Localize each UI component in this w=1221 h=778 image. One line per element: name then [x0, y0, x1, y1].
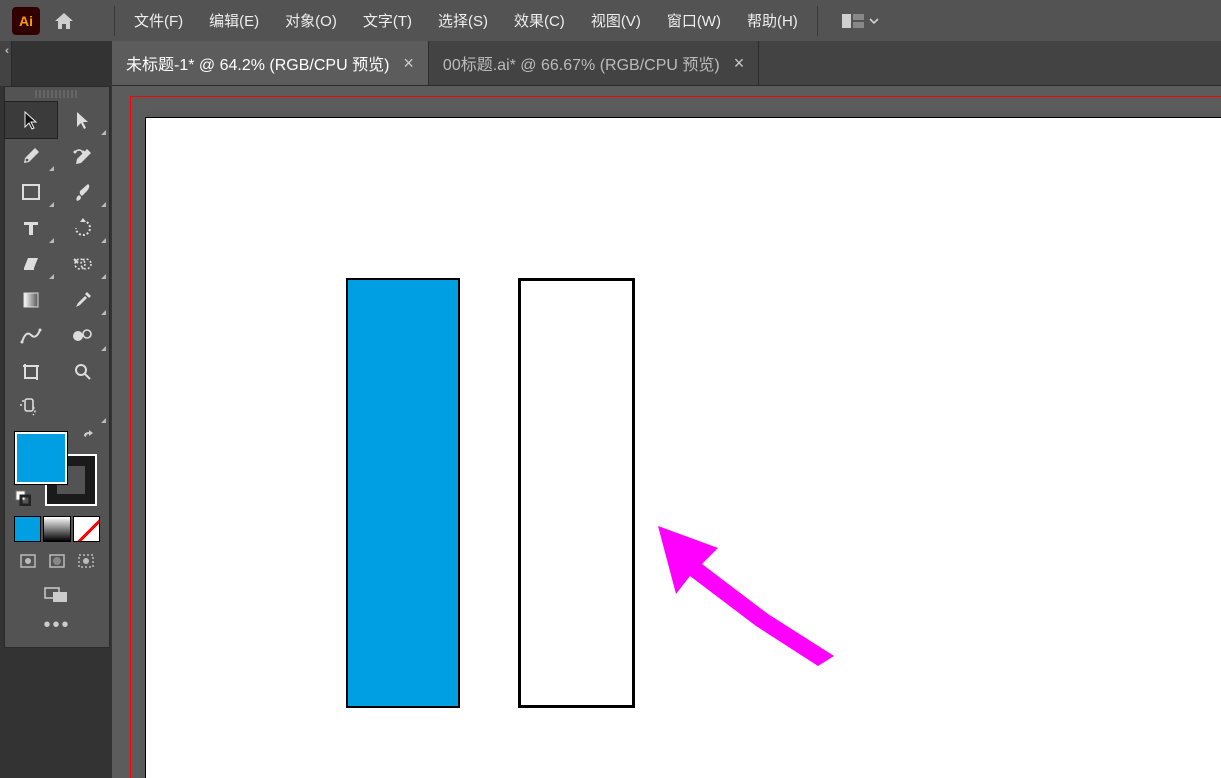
- menu-object[interactable]: 对象(O): [272, 0, 350, 41]
- color-mode-none[interactable]: [73, 516, 100, 542]
- edit-toolbar-button[interactable]: •••: [5, 610, 109, 647]
- toolbox-grip[interactable]: [35, 90, 79, 98]
- menu-view[interactable]: 视图(V): [578, 0, 654, 41]
- chevron-down-icon: [868, 15, 880, 27]
- fill-stroke-swatch: [5, 426, 109, 514]
- close-icon[interactable]: ×: [734, 54, 745, 72]
- document-tab-1[interactable]: 未标题-1* @ 64.2% (RGB/CPU 预览) ×: [112, 41, 429, 85]
- draw-mode-row: [13, 548, 101, 574]
- close-icon[interactable]: ×: [403, 54, 414, 72]
- menu-items: 文件(F) 编辑(E) 对象(O) 文字(T) 选择(S) 效果(C) 视图(V…: [121, 0, 811, 41]
- draw-behind[interactable]: [42, 548, 71, 574]
- separator: [817, 6, 818, 36]
- panel-collapse[interactable]: ‹‹: [0, 41, 12, 86]
- swap-fill-stroke-icon[interactable]: [81, 430, 97, 450]
- eyedropper-tool[interactable]: [57, 282, 109, 318]
- artboard[interactable]: [146, 118, 1221, 778]
- selection-tool[interactable]: [5, 102, 57, 138]
- home-button[interactable]: [50, 7, 78, 35]
- rotate-tool[interactable]: [57, 210, 109, 246]
- collapse-icon: ‹‹: [5, 45, 6, 57]
- eraser-tool[interactable]: [5, 246, 57, 282]
- blend-tool[interactable]: [5, 318, 57, 354]
- menu-bar: Ai 文件(F) 编辑(E) 对象(O) 文字(T) 选择(S) 效果(C) 视…: [0, 0, 1221, 41]
- menu-window[interactable]: 窗口(W): [654, 0, 734, 41]
- type-tool[interactable]: [5, 210, 57, 246]
- app-logo: Ai: [12, 7, 40, 35]
- separator: [114, 6, 115, 36]
- color-mode-row: [13, 516, 101, 542]
- paintbrush-tool[interactable]: [57, 174, 109, 210]
- artboard-tool[interactable]: [5, 354, 57, 390]
- workspace-switcher[interactable]: [832, 0, 894, 41]
- menu-edit[interactable]: 编辑(E): [196, 0, 272, 41]
- menu-select[interactable]: 选择(S): [425, 0, 501, 41]
- document-tab-2[interactable]: 00标题.ai* @ 66.67% (RGB/CPU 预览) ×: [429, 41, 759, 85]
- gradient-tool[interactable]: [5, 282, 57, 318]
- draw-inside[interactable]: [72, 548, 101, 574]
- pen-tool[interactable]: [5, 138, 57, 174]
- curvature-tool[interactable]: [57, 138, 109, 174]
- blue-rectangle-shape[interactable]: [346, 278, 460, 708]
- color-mode-gradient[interactable]: [43, 516, 70, 542]
- default-fill-stroke-icon[interactable]: [15, 490, 31, 510]
- menu-file[interactable]: 文件(F): [121, 0, 196, 41]
- draw-normal[interactable]: [13, 548, 42, 574]
- menu-help[interactable]: 帮助(H): [734, 0, 811, 41]
- canvas-area[interactable]: [112, 86, 1221, 778]
- screen-mode-button[interactable]: [13, 582, 101, 608]
- tool-grid: [5, 102, 109, 426]
- direct-selection-tool[interactable]: [57, 102, 109, 138]
- document-tabs: 未标题-1* @ 64.2% (RGB/CPU 预览) × 00标题.ai* @…: [112, 41, 1221, 86]
- color-mode-solid[interactable]: [14, 516, 41, 542]
- fill-swatch[interactable]: [15, 432, 67, 484]
- symbol-sprayer-tool[interactable]: [57, 318, 109, 354]
- screen-mode-row: [13, 582, 101, 608]
- toolbox: •••: [4, 86, 110, 648]
- menu-effect[interactable]: 效果(C): [501, 0, 578, 41]
- white-rectangle-shape[interactable]: [518, 278, 635, 708]
- app-logo-text: Ai: [19, 13, 33, 29]
- menu-type[interactable]: 文字(T): [350, 0, 425, 41]
- shape-builder-tool[interactable]: [57, 246, 109, 282]
- document-tab-label: 00标题.ai* @ 66.67% (RGB/CPU 预览): [443, 51, 720, 75]
- rectangle-tool[interactable]: [5, 174, 57, 210]
- zoom-tool[interactable]: [57, 354, 109, 390]
- document-tab-label: 未标题-1* @ 64.2% (RGB/CPU 预览): [126, 51, 389, 75]
- fill-drip-tool[interactable]: [5, 390, 109, 426]
